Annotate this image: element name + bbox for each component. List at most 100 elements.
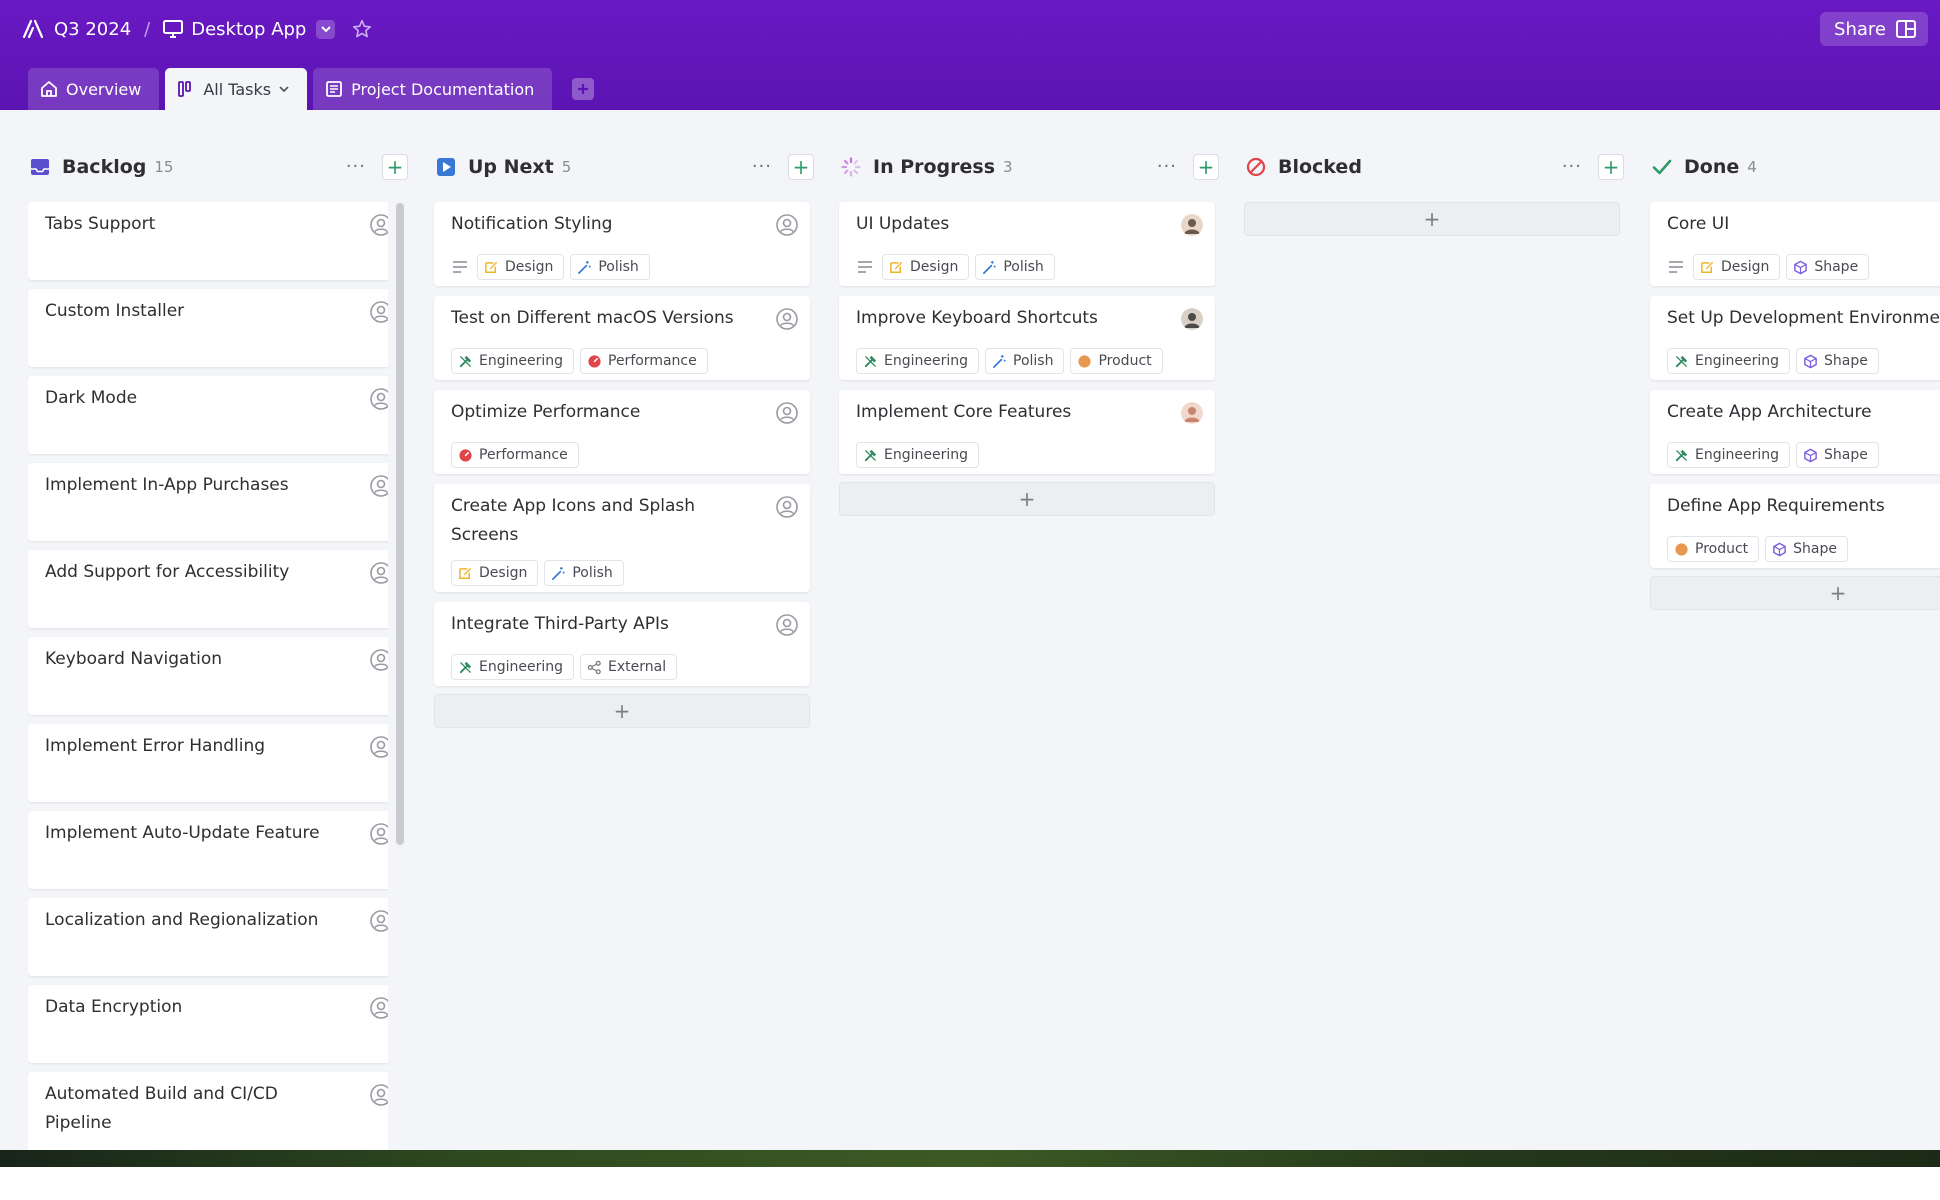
- tag-engineering[interactable]: Engineering: [1667, 442, 1790, 468]
- task-card[interactable]: Add Support for Accessibility: [28, 550, 388, 628]
- assignee-placeholder-icon[interactable]: [369, 300, 388, 324]
- assignee-placeholder-icon[interactable]: [369, 909, 388, 933]
- backlog-scrollbar[interactable]: [396, 203, 404, 845]
- task-card[interactable]: Implement Auto-Update Feature: [28, 811, 388, 889]
- task-card[interactable]: Create App Architecture Engineering Shape: [1650, 390, 1940, 474]
- task-card[interactable]: Data Encryption: [28, 985, 388, 1063]
- assignee-placeholder-icon[interactable]: [775, 613, 799, 637]
- task-card[interactable]: Tabs Support: [28, 202, 388, 280]
- breadcrumb-board[interactable]: Desktop App: [163, 19, 306, 40]
- tab-project-documentation[interactable]: Project Documentation: [313, 68, 553, 110]
- assignee-placeholder-icon[interactable]: [775, 213, 799, 237]
- performance-gauge-icon: [588, 354, 601, 368]
- add-card-button[interactable]: +: [1244, 202, 1620, 236]
- column-menu-button[interactable]: ···: [752, 158, 772, 176]
- tag-shape[interactable]: Shape: [1796, 442, 1879, 468]
- tag-shape[interactable]: Shape: [1796, 348, 1879, 374]
- task-card[interactable]: Define App Requirements Product Shape: [1650, 484, 1940, 568]
- board-dropdown-button[interactable]: [316, 19, 336, 39]
- breadcrumb-project[interactable]: Q3 2024: [54, 19, 131, 40]
- tag-design[interactable]: Design: [477, 254, 565, 280]
- backlog-card-list[interactable]: Tabs Support Custom Installer Dark Mode Imp…: [28, 202, 388, 1150]
- tag-product[interactable]: Product: [1667, 536, 1760, 562]
- add-card-button[interactable]: +: [839, 482, 1215, 516]
- add-card-button[interactable]: +: [1650, 576, 1940, 610]
- task-card[interactable]: Implement Core Features Engineering: [839, 390, 1215, 474]
- task-card[interactable]: Core UI Design Shape: [1650, 202, 1940, 286]
- add-task-button[interactable]: +: [382, 154, 408, 180]
- assignee-placeholder-icon[interactable]: [369, 735, 388, 759]
- assignee-placeholder-icon[interactable]: [369, 213, 388, 237]
- assignee-placeholder-icon[interactable]: [369, 822, 388, 846]
- tag-design[interactable]: Design: [451, 560, 539, 586]
- star-icon[interactable]: [351, 18, 373, 40]
- tag-polish[interactable]: Polish: [570, 254, 650, 280]
- tag-engineering[interactable]: Engineering: [451, 654, 574, 680]
- assignee-placeholder-icon[interactable]: [775, 495, 799, 519]
- tag-shape[interactable]: Shape: [1765, 536, 1848, 562]
- add-task-button[interactable]: +: [1598, 154, 1624, 180]
- tag-engineering[interactable]: Engineering: [856, 442, 979, 468]
- task-card[interactable]: Set Up Development Environment Engineerin…: [1650, 296, 1940, 380]
- assignee-avatar[interactable]: [1181, 214, 1203, 236]
- assignee-avatar[interactable]: [1181, 402, 1203, 424]
- task-title: Keyboard Navigation: [45, 649, 223, 669]
- tag-engineering[interactable]: Engineering: [451, 348, 574, 374]
- task-card[interactable]: Create App Icons and Splash Screens Desig…: [434, 484, 810, 592]
- tag-label: Polish: [1013, 353, 1054, 369]
- add-card-button[interactable]: +: [434, 694, 810, 728]
- tag-product[interactable]: Product: [1070, 348, 1163, 374]
- column-menu-button[interactable]: ···: [1157, 158, 1177, 176]
- tag-external[interactable]: External: [580, 654, 678, 680]
- task-card[interactable]: Dark Mode: [28, 376, 388, 454]
- task-card[interactable]: Automated Build and CI/CD Pipeline: [28, 1072, 388, 1150]
- task-card[interactable]: Custom Installer: [28, 289, 388, 367]
- tag-engineering[interactable]: Engineering: [1667, 348, 1790, 374]
- task-card[interactable]: Localization and Regionalization: [28, 898, 388, 976]
- column-menu-button[interactable]: ···: [1562, 158, 1582, 176]
- assignee-placeholder-icon[interactable]: [369, 648, 388, 672]
- tag-polish[interactable]: Polish: [975, 254, 1055, 280]
- description-icon: [1669, 261, 1683, 273]
- tag-polish[interactable]: Polish: [985, 348, 1065, 374]
- assignee-placeholder-icon[interactable]: [369, 996, 388, 1020]
- task-card[interactable]: Integrate Third-Party APIs Engineering Ext…: [434, 602, 810, 686]
- assignee-placeholder-icon[interactable]: [369, 561, 388, 585]
- tag-label: Design: [505, 259, 554, 275]
- task-card[interactable]: Implement In-App Purchases: [28, 463, 388, 541]
- task-card[interactable]: Keyboard Navigation: [28, 637, 388, 715]
- tag-polish[interactable]: Polish: [544, 560, 624, 586]
- task-card[interactable]: Test on Different macOS Versions Engineer…: [434, 296, 810, 380]
- task-card[interactable]: Implement Error Handling: [28, 724, 388, 802]
- chevron-down-icon: [321, 25, 331, 32]
- tab-overview[interactable]: Overview: [28, 68, 160, 110]
- task-tags: Engineering External: [451, 654, 678, 680]
- task-card[interactable]: Optimize Performance Performance: [434, 390, 810, 474]
- assignee-placeholder-icon[interactable]: [775, 401, 799, 425]
- task-card[interactable]: Improve Keyboard Shortcuts Engineering Pol…: [839, 296, 1215, 380]
- tag-engineering[interactable]: Engineering: [856, 348, 979, 374]
- task-title: Improve Keyboard Shortcuts: [856, 308, 1098, 328]
- tab-all-tasks[interactable]: All Tasks: [165, 68, 308, 110]
- tag-design[interactable]: Design: [1693, 254, 1781, 280]
- monitor-icon: [163, 20, 184, 38]
- share-button[interactable]: Share: [1820, 12, 1928, 46]
- tag-design[interactable]: Design: [882, 254, 970, 280]
- assignee-placeholder-icon[interactable]: [369, 1083, 388, 1107]
- add-task-button[interactable]: +: [1193, 154, 1219, 180]
- tag-shape[interactable]: Shape: [1786, 254, 1870, 280]
- assignee-avatar[interactable]: [1181, 308, 1203, 330]
- add-view-button[interactable]: [572, 78, 595, 100]
- assignee-placeholder-icon[interactable]: [369, 387, 388, 411]
- column-menu-button[interactable]: ···: [346, 158, 366, 176]
- tag-performance[interactable]: Performance: [580, 348, 708, 374]
- task-card[interactable]: UI Updates Design Polish: [839, 202, 1215, 286]
- task-card[interactable]: Notification Styling Design Polish: [434, 202, 810, 286]
- assignee-placeholder-icon[interactable]: [775, 307, 799, 331]
- task-title: Set Up Development Environment: [1667, 308, 1940, 328]
- task-tags: Engineering Shape: [1667, 348, 1879, 374]
- tag-performance[interactable]: Performance: [451, 442, 579, 468]
- assignee-placeholder-icon[interactable]: [369, 474, 388, 498]
- add-task-button[interactable]: +: [788, 154, 814, 180]
- column-title: Up Next: [468, 156, 554, 178]
